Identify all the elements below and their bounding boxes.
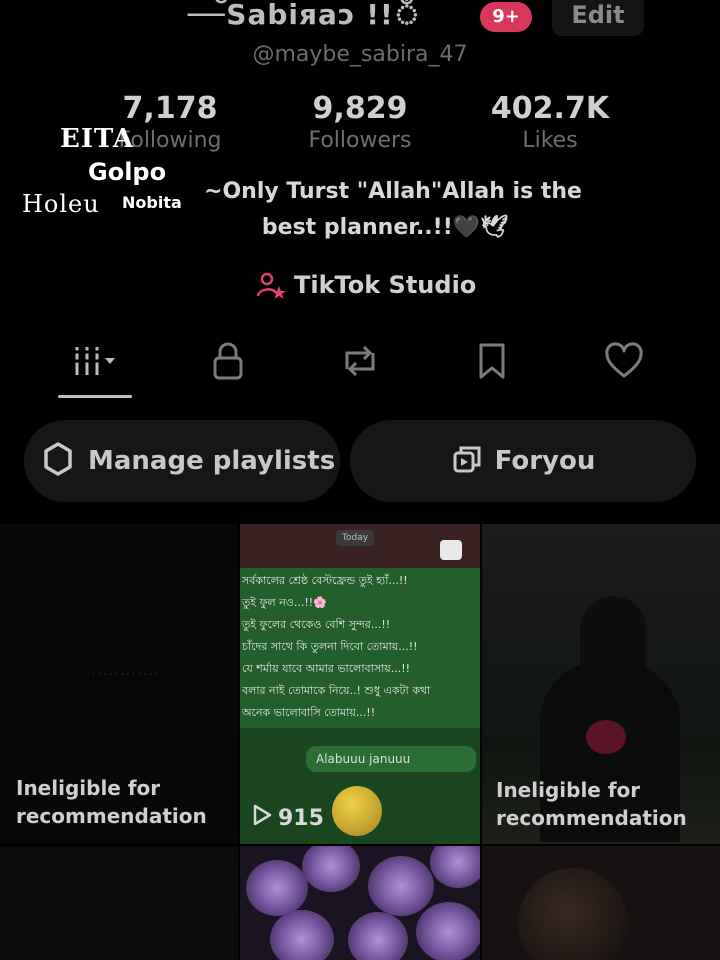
figure-head [580,596,646,682]
flower [270,910,334,960]
heart-icon [603,341,645,385]
likes-count: 402.7K [490,91,610,126]
chat-message-bubble: সর্বকালের শ্রেষ্ঠ বেস্টফ্রেন্ড তুই হ্যাঁ… [240,568,480,728]
tab-private[interactable] [198,340,258,386]
following-count: 7,178 [122,91,218,126]
playlist-icon [451,443,483,479]
repost-icon [339,341,381,385]
tab-liked[interactable] [594,340,654,386]
video-thumbnail-1[interactable]: · · · · · · · · · · · · Ineligible for r… [0,524,238,844]
watermark-line-4: Nobita [122,193,182,212]
profile-header: —ঁSabiяaↄ !!ঁ 9+ Edit [0,0,720,38]
emoji-sticker [332,786,382,836]
followers-count: 9,829 [312,91,408,126]
edit-profile-button[interactable]: Edit [552,0,644,36]
flower [430,846,480,888]
video-thumbnail-5[interactable] [240,846,480,960]
studio-person-icon [256,270,286,300]
play-count: 915 [252,804,324,832]
video-thumbnail-2[interactable]: Today সর্বকালের শ্রেষ্ঠ বেস্টফ্রেন্ড তুই… [240,524,480,844]
watermark-line-1: EITA [60,124,135,154]
flower [246,860,308,916]
chat-line: তুই ফুল নও...!!🌸 [242,596,327,609]
video-thumbnail-4[interactable] [0,846,238,960]
chat-line: তুই ফুলের থেকেও বেশি সুন্দর...!! [242,618,391,631]
tab-favorites[interactable] [462,340,522,386]
person-head [518,868,628,960]
watermark-line-2: Golpo [88,158,167,186]
chat-reply-bubble: Alabuuu januuu [306,746,476,772]
username: @maybe_sabira_47 [252,42,468,67]
followers-stat[interactable]: 9,829 Followers [270,92,450,156]
ineligible-label: Ineligible for recommendation [16,776,207,828]
video-thumbnail-6[interactable] [482,846,720,960]
bookmark-icon [475,341,509,385]
watermark-line-3: Holeu [22,190,100,218]
manage-playlists-label: Manage playlists [88,446,336,476]
likes-stat[interactable]: 402.7K Likes [460,92,640,156]
notification-badge[interactable]: 9+ [480,2,532,32]
flower-bouquet [586,720,626,754]
tab-active-indicator [58,395,132,398]
ineligible-label: Ineligible for recommendation [496,778,687,830]
tiktok-studio-link[interactable]: TikTok Studio [256,268,476,302]
bio-line-2: best planner..!!🖤🕊 [261,215,509,240]
tab-videos[interactable] [62,340,122,386]
flower [368,856,434,916]
chat-date-label: Today [336,530,375,546]
chat-line: অনেক ভালোবাসি তোমায়...!! [242,706,376,719]
chat-header: Today [240,524,480,568]
foryou-label: Foryou [494,446,596,476]
flower [416,902,480,960]
bio-line-1: ~Only Turst "Allah"Allah is the [204,179,582,204]
gear-icon [40,441,76,481]
profile-bio: ~Only Turst "Allah"Allah is the best pla… [150,174,620,246]
studio-label: TikTok Studio [294,271,477,299]
grid-icon [63,341,121,385]
chat-line: বলার নাই তোমাকে নিয়ে..! শুধু একটা কথা [242,684,431,697]
chat-line: চাঁদের সাথে কি তুলনা দিবো তোমায়...!! [242,640,418,653]
chat-line: যে শর্মায় যাবে আমার ভালোবাসায়...!! [242,662,411,675]
lock-icon [211,341,245,385]
select-checkbox[interactable] [440,540,462,560]
play-count-value: 915 [278,805,324,831]
flower [302,846,360,892]
foryou-playlist-button[interactable]: Foryou [350,420,696,502]
flower [348,912,408,960]
chat-line: সর্বকালের শ্রেষ্ঠ বেস্টফ্রেন্ড তুই হ্যাঁ… [242,574,408,587]
thumbnail-caption: · · · · · · · · · · · · [92,670,158,680]
likes-label: Likes [522,128,578,153]
play-icon [252,804,272,832]
display-name: —ঁSabiяaↄ !!ঁ [188,0,421,31]
tab-reposts[interactable] [330,340,390,386]
manage-playlists-button[interactable]: Manage playlists [24,420,340,502]
video-thumbnail-3[interactable]: Ineligible for recommendation [482,524,720,844]
followers-label: Followers [308,128,412,153]
